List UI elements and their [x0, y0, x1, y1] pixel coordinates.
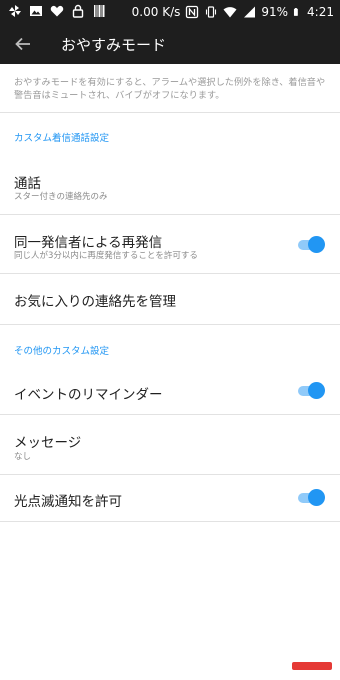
setting-item-title: お気に入りの連絡先を管理: [14, 294, 176, 310]
description-text: おやすみモードを有効にすると、アラームや選択した例外を除き、着信音や警告音はミュ…: [14, 77, 326, 101]
app-bar: おやすみモード: [0, 24, 340, 64]
clock: 4:21: [307, 5, 334, 19]
watermark-logo: [292, 662, 332, 670]
divider: [0, 214, 340, 215]
system-status: 0.00 K/s 91% 4:21: [132, 0, 334, 24]
battery-icon: [294, 8, 298, 16]
lock-icon: [72, 4, 84, 18]
divider: [0, 273, 340, 274]
divider: [0, 324, 340, 325]
nfc-icon: [186, 5, 199, 19]
setting-item-subtitle: 同じ人が3分以内に再度発信することを許可する: [14, 251, 198, 261]
image-icon: [30, 6, 42, 16]
page-title: おやすみモード: [61, 36, 167, 54]
blink-light-toggle[interactable]: [298, 489, 325, 507]
status-bar: 0.00 K/s 91% 4:21: [0, 0, 340, 24]
wifi-icon: [223, 7, 237, 18]
heart-icon: [50, 5, 64, 17]
section-header-other-custom: その他のカスタム設定: [14, 346, 110, 357]
back-button[interactable]: [10, 32, 36, 56]
toggle-thumb: [308, 489, 325, 506]
setting-item-subtitle: なし: [14, 452, 32, 462]
section-header-custom-calls: カスタム着信通話設定: [14, 133, 110, 144]
divider: [0, 414, 340, 415]
divider: [0, 112, 340, 113]
setting-item-title: メッセージ: [14, 435, 82, 451]
network-speed: 0.00 K/s: [131, 5, 181, 19]
divider: [0, 474, 340, 475]
screen: 0.00 K/s 91% 4:21 おやすみモード おやすみモードを有効にすると…: [0, 0, 340, 680]
setting-item-title: 同一発信者による再発信: [14, 235, 163, 251]
barcode-icon: [94, 5, 105, 17]
signal-icon: [244, 6, 256, 18]
pinwheel-icon: [9, 5, 21, 17]
toggle-thumb: [308, 382, 325, 399]
battery-percent: 91%: [261, 5, 289, 19]
divider: [0, 521, 340, 522]
setting-item-title: 光点滅通知を許可: [14, 494, 122, 510]
event-reminders-toggle[interactable]: [298, 382, 325, 400]
arrow-left-icon: [15, 37, 30, 51]
notification-icons: [8, 4, 106, 18]
setting-item-subtitle: スター付きの連絡先のみ: [14, 192, 108, 202]
vibrate-icon: [206, 6, 217, 18]
repeat-callers-toggle[interactable]: [298, 236, 325, 254]
toggle-thumb: [308, 236, 325, 253]
setting-item-title: 通話: [14, 176, 41, 192]
setting-item-title: イベントのリマインダー: [14, 387, 163, 403]
